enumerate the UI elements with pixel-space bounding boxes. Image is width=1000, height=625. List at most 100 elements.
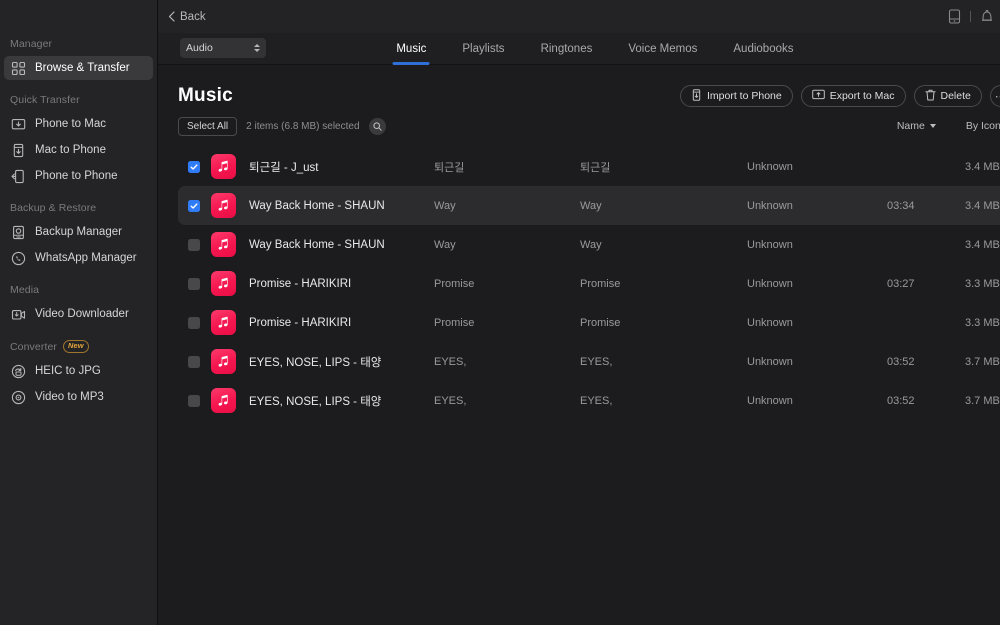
cell-artist: Way (580, 200, 747, 212)
sidebar-item-browse-transfer[interactable]: Browse & Transfer (4, 56, 153, 80)
tab-playlists[interactable]: Playlists (444, 33, 522, 65)
cell-album: EYES, (434, 395, 580, 407)
table-row[interactable]: Way Back Home - SHAUNWayWayUnknown03:343… (178, 186, 1000, 225)
titlebar-divider (970, 11, 971, 22)
cell-name: 퇴근길 - J_ust (249, 159, 434, 175)
cell-size: 3.7 MB (965, 395, 1000, 407)
row-checkbox[interactable] (188, 239, 200, 251)
sort-by-dropdown[interactable]: Name (897, 120, 936, 132)
cell-size: 3.4 MB (965, 239, 1000, 251)
sidebar-item-label: Video Downloader (35, 308, 129, 320)
sidebar-group-title: Backup & Restore (10, 202, 96, 214)
table-row[interactable]: EYES, NOSE, LIPS - 태양EYES,EYES,Unknown03… (178, 342, 1000, 381)
table-row[interactable]: Promise - HARIKIRIPromisePromiseUnknown3… (178, 303, 1000, 342)
action-label: Import to Phone (707, 90, 782, 102)
sidebar-item-label: Browse & Transfer (35, 62, 130, 74)
action-label: Export to Mac (830, 90, 895, 102)
table-row[interactable]: Way Back Home - SHAUNWayWayUnknown3.4 MB (178, 225, 1000, 264)
sidebar: Manager Browse & Transfer Quick Transfer Ph… (0, 0, 158, 625)
export-icon (812, 89, 825, 104)
new-badge: New (63, 340, 89, 353)
music-note-icon (211, 349, 236, 374)
cell-name: Promise - HARIKIRI (249, 317, 434, 329)
cell-genre: Unknown (747, 317, 887, 329)
delete-button[interactable]: Delete (914, 85, 982, 107)
row-checkbox[interactable] (188, 356, 200, 368)
row-checkbox[interactable] (188, 278, 200, 290)
media-type-value: Audio (186, 42, 254, 54)
sidebar-item-label: Mac to Phone (35, 144, 106, 156)
sidebar-item-label: Phone to Mac (35, 118, 106, 130)
music-note-icon (211, 154, 236, 179)
tab-label: Voice Memos (628, 43, 697, 55)
sidebar-group-title: Quick Transfer (10, 94, 80, 106)
import-icon (691, 89, 702, 104)
main-area: Back Audio Music Playlists Ringtones Voice … (158, 0, 1000, 625)
app-window: Manager Browse & Transfer Quick Transfer Ph… (0, 0, 1000, 625)
bell-icon[interactable] (980, 9, 994, 24)
tab-voice-memos[interactable]: Voice Memos (610, 33, 715, 65)
sidebar-item-phone-to-mac[interactable]: Phone to Mac (4, 112, 153, 136)
row-checkbox[interactable] (188, 200, 200, 212)
search-button[interactable] (369, 118, 386, 135)
cell-duration: 03:52 (887, 356, 965, 368)
tab-label: Music (396, 43, 426, 55)
table-row[interactable]: 퇴근길 - J_ust퇴근길퇴근길Unknown3.4 MB (178, 147, 1000, 186)
cell-size: 3.3 MB (965, 278, 1000, 290)
phone-to-mac-icon (11, 117, 26, 132)
row-checkbox[interactable] (188, 161, 200, 173)
heic-convert-icon (11, 364, 26, 379)
sidebar-group-label-converter: Converter New (0, 340, 157, 357)
cell-artist: EYES, (580, 395, 747, 407)
tab-ringtones[interactable]: Ringtones (523, 33, 611, 65)
backup-icon (11, 225, 26, 240)
sidebar-item-video-to-mp3[interactable]: Video to MP3 (4, 385, 153, 409)
back-button[interactable]: Back (168, 11, 206, 23)
cell-size: 3.4 MB (965, 161, 1000, 173)
music-note-icon (211, 193, 236, 218)
table-row[interactable]: Promise - HARIKIRIPromisePromiseUnknown0… (178, 264, 1000, 303)
cell-album: Way (434, 239, 580, 251)
sidebar-item-video-downloader[interactable]: Video Downloader (4, 302, 153, 326)
title-bar: Back (158, 0, 1000, 33)
sidebar-item-heic-to-jpg[interactable]: HEIC to JPG (4, 359, 153, 383)
music-note-icon (211, 388, 236, 413)
select-all-button[interactable]: Select All (178, 117, 237, 136)
whatsapp-icon (11, 251, 26, 266)
page-title: Music (178, 85, 233, 107)
cell-artist: Promise (580, 278, 747, 290)
chevron-left-icon (168, 11, 175, 22)
device-icon[interactable] (948, 9, 961, 24)
sidebar-group-label-manager: Manager (0, 38, 157, 54)
sidebar-item-label: HEIC to JPG (35, 365, 101, 377)
cell-artist: EYES, (580, 356, 747, 368)
more-options-glyph: ⋯ (995, 90, 1000, 103)
tab-label: Audiobooks (733, 43, 793, 55)
titlebar-icon-group (948, 9, 1000, 24)
grid-icon (11, 61, 26, 76)
sidebar-group-title: Converter (10, 341, 57, 353)
tab-audiobooks[interactable]: Audiobooks (715, 33, 811, 65)
view-mode-dropdown[interactable]: By Icon (966, 120, 1000, 132)
tab-label: Playlists (462, 43, 504, 55)
stepper-icon (254, 44, 260, 52)
table-row[interactable]: EYES, NOSE, LIPS - 태양EYES,EYES,Unknown03… (178, 381, 1000, 420)
cell-artist: 퇴근길 (580, 159, 747, 175)
sidebar-item-phone-to-phone[interactable]: Phone to Phone (4, 164, 153, 188)
sidebar-item-mac-to-phone[interactable]: Mac to Phone (4, 138, 153, 162)
cell-album: Promise (434, 317, 580, 329)
media-type-select[interactable]: Audio (180, 38, 266, 58)
cell-genre: Unknown (747, 200, 887, 212)
cell-artist: Promise (580, 317, 747, 329)
cell-album: 퇴근길 (434, 159, 580, 175)
tab-music[interactable]: Music (378, 33, 444, 65)
import-to-phone-button[interactable]: Import to Phone (680, 85, 793, 107)
cell-genre: Unknown (747, 278, 887, 290)
row-checkbox[interactable] (188, 317, 200, 329)
export-to-mac-button[interactable]: Export to Mac (801, 85, 906, 107)
row-checkbox[interactable] (188, 395, 200, 407)
sidebar-item-whatsapp-manager[interactable]: WhatsApp Manager (4, 246, 153, 270)
more-options-button[interactable]: ⋯ (990, 85, 1000, 107)
back-label: Back (180, 11, 206, 23)
sidebar-item-backup-manager[interactable]: Backup Manager (4, 220, 153, 244)
